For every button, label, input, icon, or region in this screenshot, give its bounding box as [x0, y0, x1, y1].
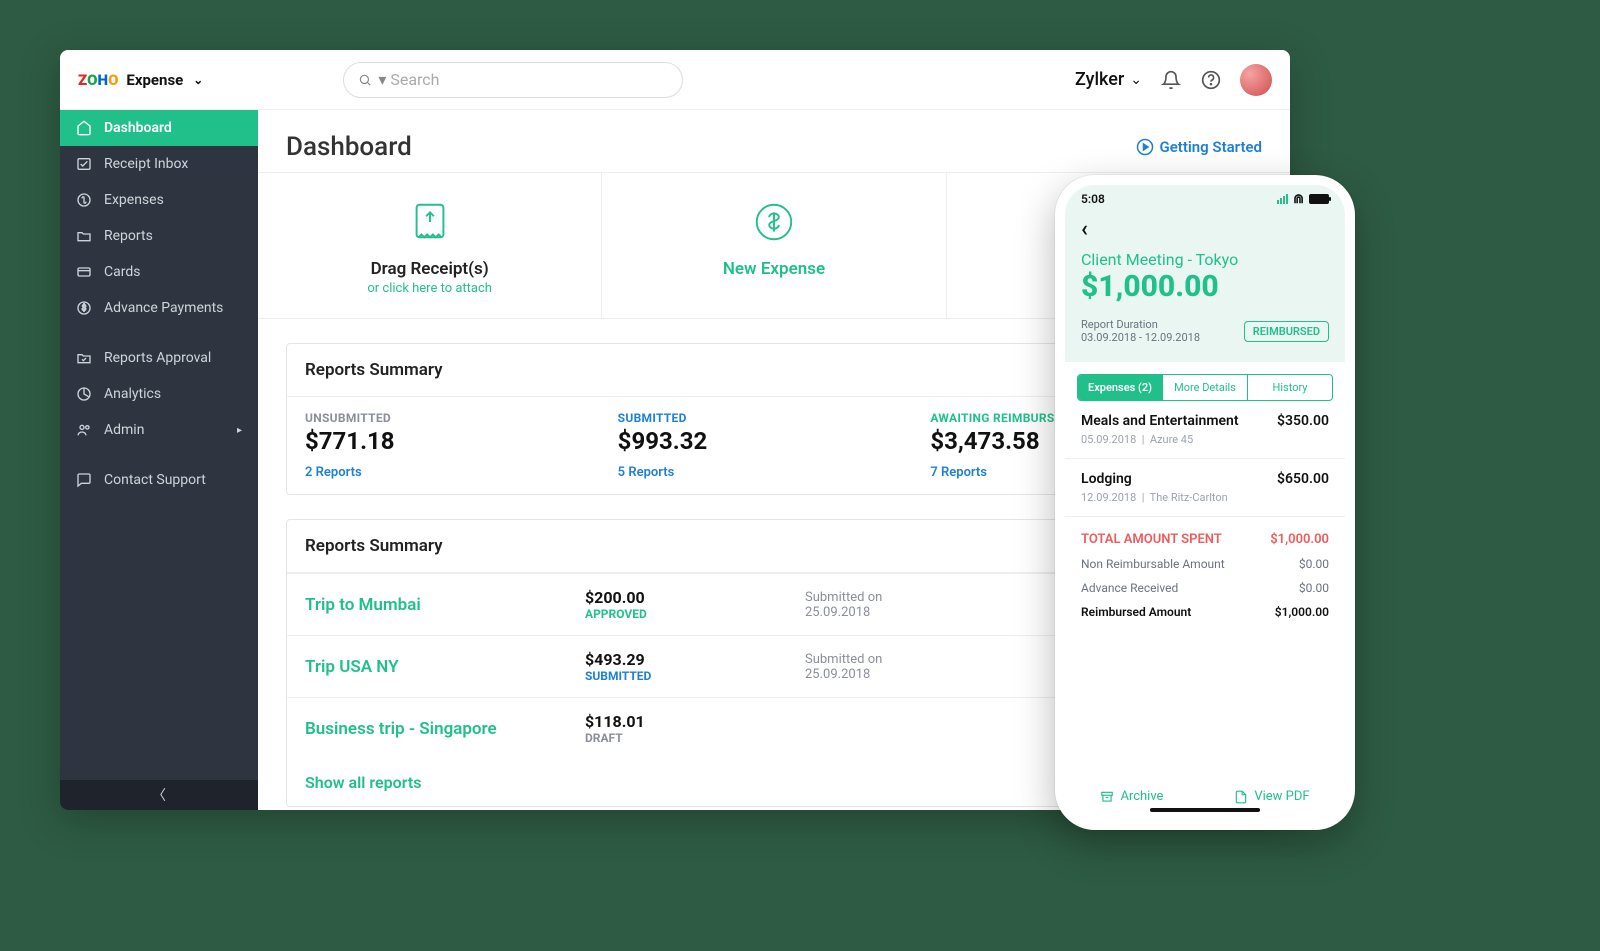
- phone-report-amount: $1,000.00: [1081, 269, 1329, 304]
- phone-mock: 5:08 ⋒ ‹ Client Meeting - Tokyo $1,000.0…: [1055, 175, 1355, 830]
- status-badge: REIMBURSED: [1244, 321, 1329, 342]
- sidebar: Dashboard Receipt Inbox Expenses Reports…: [60, 110, 258, 810]
- tab-expenses[interactable]: Expenses (2): [1078, 375, 1162, 400]
- org-switcher[interactable]: Zylker ⌄: [1075, 69, 1142, 90]
- sidebar-item-receipt-inbox[interactable]: Receipt Inbox: [60, 146, 258, 182]
- quick-drag-receipt[interactable]: Drag Receipt(s) or click here to attach: [258, 173, 602, 318]
- caret-right-icon: ▸: [237, 425, 242, 436]
- sidebar-item-dashboard[interactable]: Dashboard: [60, 110, 258, 146]
- chevron-down-icon: ⌄: [193, 73, 203, 87]
- card-icon: [76, 264, 92, 280]
- phone-status-bar: 5:08 ⋒: [1065, 185, 1345, 213]
- sidebar-collapse[interactable]: 〈: [60, 780, 258, 810]
- chevron-left-icon: 〈: [152, 785, 166, 805]
- list-item[interactable]: Meals and Entertainment$350.0005.09.2018…: [1065, 401, 1345, 459]
- help-icon[interactable]: [1200, 69, 1222, 91]
- chat-icon: [76, 472, 92, 488]
- phone-archive-button[interactable]: Archive: [1100, 789, 1163, 804]
- dollar-icon: [76, 192, 92, 208]
- phone-home-indicator: [1150, 808, 1260, 812]
- play-circle-icon: [1136, 138, 1154, 156]
- tab-more-details[interactable]: More Details: [1162, 375, 1247, 400]
- phone-back-button[interactable]: ‹: [1081, 217, 1329, 242]
- unsubmitted-reports-link[interactable]: 2 Reports: [305, 465, 618, 480]
- archive-icon: [1100, 790, 1114, 804]
- pdf-icon: [1234, 790, 1248, 804]
- sidebar-item-reports-approval[interactable]: Reports Approval: [60, 340, 258, 376]
- search-icon: [358, 73, 372, 87]
- list-item[interactable]: Lodging$650.0012.09.2018 | The Ritz-Carl…: [1065, 459, 1345, 517]
- phone-tabs: Expenses (2) More Details History: [1077, 374, 1333, 401]
- getting-started-link[interactable]: Getting Started: [1136, 138, 1262, 156]
- submitted-reports-link[interactable]: 5 Reports: [618, 465, 931, 480]
- sidebar-item-advance-payments[interactable]: $Advance Payments: [60, 290, 258, 326]
- topbar: ZOHO Expense ⌄ ▾ Search Zylker ⌄: [60, 50, 1290, 110]
- inbox-icon: [76, 156, 92, 172]
- app-logo[interactable]: ZOHO Expense ⌄: [78, 71, 203, 89]
- folder-icon: [76, 228, 92, 244]
- home-icon: [76, 120, 92, 136]
- pie-icon: [76, 386, 92, 402]
- search-placeholder: Search: [390, 70, 439, 89]
- sidebar-item-admin[interactable]: Admin▸: [60, 412, 258, 448]
- caret-down-icon: ▾: [378, 70, 386, 89]
- phone-report-title: Client Meeting - Tokyo: [1081, 250, 1329, 269]
- chevron-down-icon: ⌄: [1130, 72, 1142, 88]
- svg-text:$: $: [82, 304, 87, 313]
- signal-icon: [1277, 194, 1288, 204]
- battery-icon: [1309, 194, 1329, 204]
- dollar-circle-icon: [612, 199, 935, 245]
- users-icon: [76, 422, 92, 438]
- phone-view-pdf-button[interactable]: View PDF: [1234, 789, 1309, 804]
- sidebar-item-expenses[interactable]: Expenses: [60, 182, 258, 218]
- bell-icon[interactable]: [1160, 69, 1182, 91]
- sidebar-item-contact-support[interactable]: Contact Support: [60, 462, 258, 498]
- quick-new-expense[interactable]: New Expense: [602, 173, 946, 318]
- sidebar-item-reports[interactable]: Reports: [60, 218, 258, 254]
- dollar-circle-icon: $: [76, 300, 92, 316]
- page-title: Dashboard: [286, 132, 412, 162]
- avatar[interactable]: [1240, 64, 1272, 96]
- sidebar-item-analytics[interactable]: Analytics: [60, 376, 258, 412]
- tab-history[interactable]: History: [1247, 375, 1332, 400]
- sidebar-item-cards[interactable]: Cards: [60, 254, 258, 290]
- receipt-upload-icon: [268, 199, 591, 245]
- approval-icon: [76, 350, 92, 366]
- wifi-icon: ⋒: [1293, 192, 1304, 207]
- search-input[interactable]: ▾ Search: [343, 62, 683, 98]
